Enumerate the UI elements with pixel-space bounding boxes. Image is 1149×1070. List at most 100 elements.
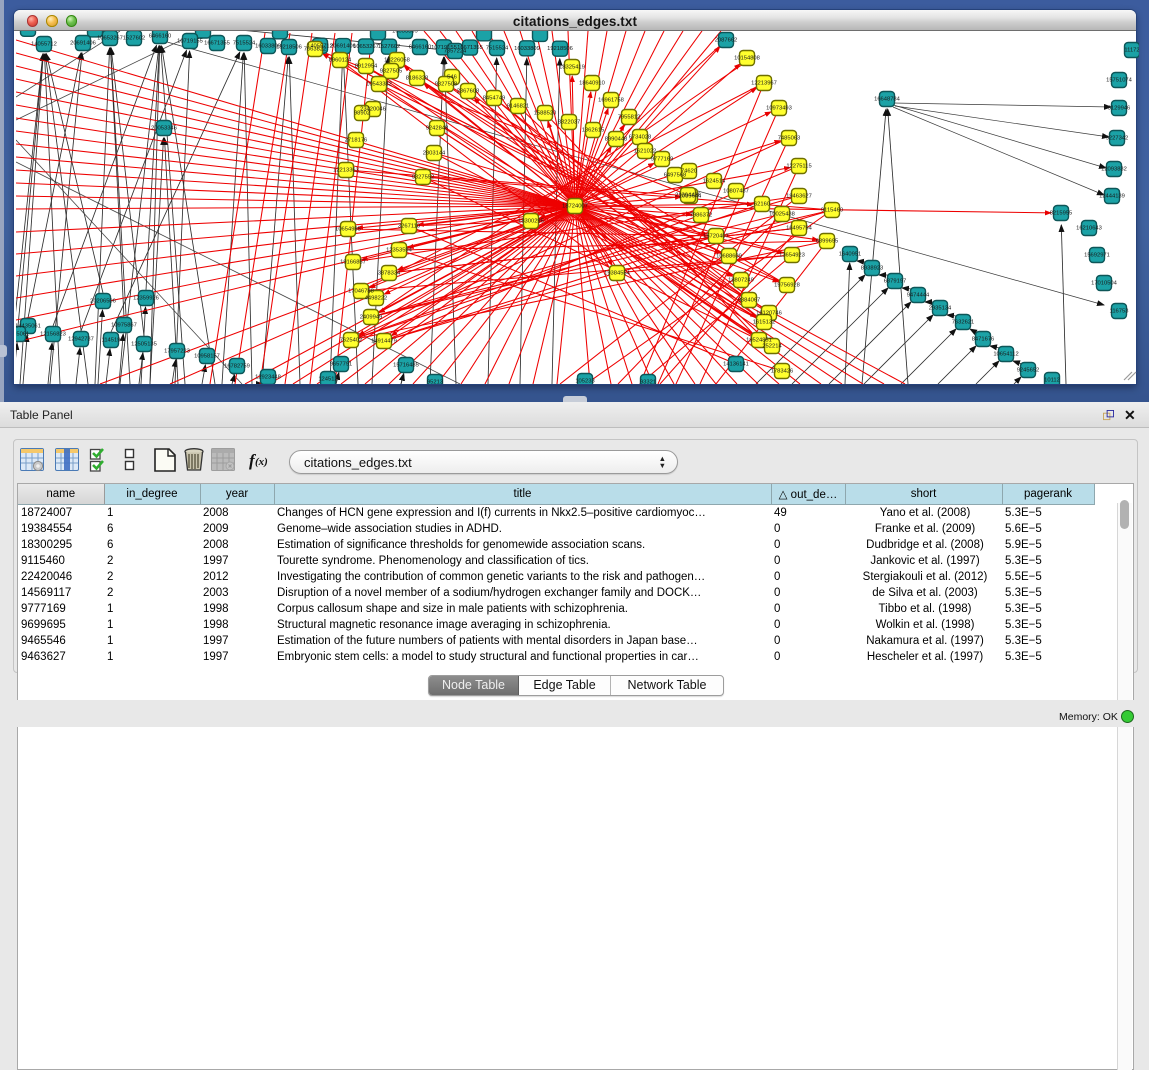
svg-text:3267110: 3267110	[398, 224, 420, 230]
svg-text:19218506: 19218506	[547, 46, 573, 52]
svg-text:2367608: 2367608	[457, 89, 480, 95]
svg-text:252214: 252214	[762, 344, 782, 350]
svg-text:9327505: 9327505	[380, 69, 403, 75]
svg-text:9777169: 9777169	[651, 157, 674, 163]
svg-text:12093832: 12093832	[1101, 167, 1127, 173]
svg-text:9242848: 9242848	[426, 126, 449, 132]
svg-text:12275115: 12275115	[786, 164, 811, 170]
svg-text:20206506: 20206506	[90, 299, 116, 305]
svg-text:15692971: 15692971	[1084, 253, 1110, 259]
svg-text:1362615: 1362615	[582, 128, 605, 134]
svg-text:546: 546	[447, 75, 457, 81]
svg-text:8990448: 8990448	[605, 137, 628, 143]
svg-text:18300295: 18300295	[518, 219, 544, 225]
svg-text:12359926: 12359926	[133, 296, 159, 302]
svg-text:21364436: 21364436	[675, 193, 701, 199]
svg-text:8471676: 8471676	[972, 337, 995, 343]
svg-text:14055712: 14055712	[31, 42, 57, 48]
svg-text:10025438: 10025438	[769, 212, 795, 218]
svg-text:9227342: 9227342	[1106, 136, 1129, 142]
svg-text:9129946: 9129946	[1108, 106, 1131, 112]
svg-text:3915061: 3915061	[16, 332, 29, 338]
svg-text:8938923: 8938923	[861, 266, 884, 272]
svg-text:8215955: 8215955	[1050, 211, 1073, 217]
svg-text:6879197: 6879197	[884, 279, 907, 285]
svg-text:16782759: 16782759	[224, 364, 250, 370]
svg-text:19218506: 19218506	[276, 45, 302, 51]
svg-text:1783426: 1783426	[771, 369, 794, 375]
svg-text:114519: 114519	[102, 338, 121, 344]
svg-text:7632621: 7632621	[952, 320, 975, 326]
svg-text:13654923: 13654923	[779, 253, 805, 259]
svg-text:16120746: 16120746	[756, 311, 782, 317]
svg-text:8322037: 8322037	[558, 120, 581, 126]
svg-text:16210643: 16210643	[1076, 226, 1102, 232]
svg-text:9327508: 9327508	[435, 82, 458, 88]
svg-text:17046788: 17046788	[348, 289, 374, 295]
svg-text:116753: 116753	[1110, 309, 1129, 315]
svg-text:1527602: 1527602	[123, 36, 146, 42]
svg-text:15720407: 15720407	[703, 234, 729, 240]
svg-text:10807487: 10807487	[723, 189, 749, 195]
svg-text:62160: 62160	[754, 202, 770, 208]
svg-text:19166857: 19166857	[340, 260, 366, 266]
svg-text:6466160: 6466160	[149, 34, 172, 40]
svg-text:95213: 95213	[427, 380, 443, 385]
svg-text:1640951: 1640951	[839, 252, 862, 258]
svg-text:10654112: 10654112	[993, 352, 1018, 358]
svg-text:2718176: 2718176	[345, 138, 368, 144]
svg-text:10543382: 10543382	[366, 82, 392, 88]
svg-text:7955812: 7955812	[618, 115, 641, 121]
svg-text:7357224: 7357224	[444, 49, 467, 55]
svg-text:1527602: 1527602	[378, 44, 401, 50]
svg-text:10653267: 10653267	[353, 44, 379, 50]
svg-text:10688609: 10688609	[716, 254, 742, 260]
svg-text:7515524: 7515524	[233, 41, 256, 47]
svg-text:124512: 124512	[318, 377, 337, 383]
svg-text:(x): (x)	[255, 456, 268, 468]
svg-text:20691406: 20691406	[330, 44, 356, 50]
svg-text:16648784: 16648784	[874, 97, 901, 103]
svg-text:1615132: 1615132	[753, 320, 776, 326]
svg-text:8912954: 8912954	[355, 64, 378, 70]
svg-text:12942737: 12942737	[68, 337, 94, 343]
svg-text:105233: 105233	[575, 379, 594, 385]
svg-text:10719155: 10719155	[177, 39, 203, 45]
svg-text:16495794: 16495794	[786, 226, 813, 232]
svg-text:11172: 11172	[1124, 48, 1139, 54]
svg-text:18325419: 18325419	[559, 65, 585, 71]
svg-text:4498222: 4498222	[365, 296, 388, 302]
svg-text:12444139: 12444139	[1099, 194, 1125, 200]
svg-text:16033809: 16033809	[514, 46, 540, 52]
svg-text:17957223: 17957223	[164, 349, 190, 355]
svg-text:1588520: 1588520	[534, 111, 557, 117]
svg-text:12156823: 12156823	[40, 332, 66, 338]
svg-text:7515524: 7515524	[486, 46, 509, 52]
svg-text:10654985: 10654985	[335, 227, 361, 233]
svg-text:18640910: 18640910	[579, 81, 605, 87]
svg-text:6734028: 6734028	[629, 135, 652, 141]
svg-text:10973493: 10973493	[766, 106, 792, 112]
svg-text:14914479: 14914479	[371, 339, 397, 345]
svg-text:9245652: 9245652	[1017, 368, 1040, 374]
svg-text:1621022: 1621022	[634, 149, 657, 155]
svg-text:10112: 10112	[1044, 378, 1060, 384]
svg-text:19463627: 19463627	[786, 194, 812, 200]
svg-text:1624514: 1624514	[703, 179, 726, 185]
svg-text:93321: 93321	[640, 380, 656, 385]
svg-text:18226058: 18226058	[384, 58, 410, 64]
svg-text:10975867: 10975867	[111, 323, 137, 329]
svg-text:12505135: 12505135	[131, 342, 157, 348]
svg-text:7663822: 7663822	[304, 47, 327, 53]
svg-text:15716485: 15716485	[393, 363, 419, 369]
svg-text:8454749: 8454749	[483, 96, 506, 102]
svg-text:2803144: 2803144	[423, 151, 446, 157]
svg-text:19756928: 19756928	[774, 283, 800, 289]
svg-text:8186328: 8186328	[406, 76, 429, 82]
svg-text:3878334: 3878334	[378, 271, 401, 277]
svg-text:2935134: 2935134	[929, 306, 952, 312]
svg-text:20691406: 20691406	[70, 41, 96, 47]
svg-text:2087662: 2087662	[715, 38, 738, 44]
svg-text:2409949: 2409949	[360, 315, 383, 321]
svg-text:18807249: 18807249	[728, 278, 754, 284]
